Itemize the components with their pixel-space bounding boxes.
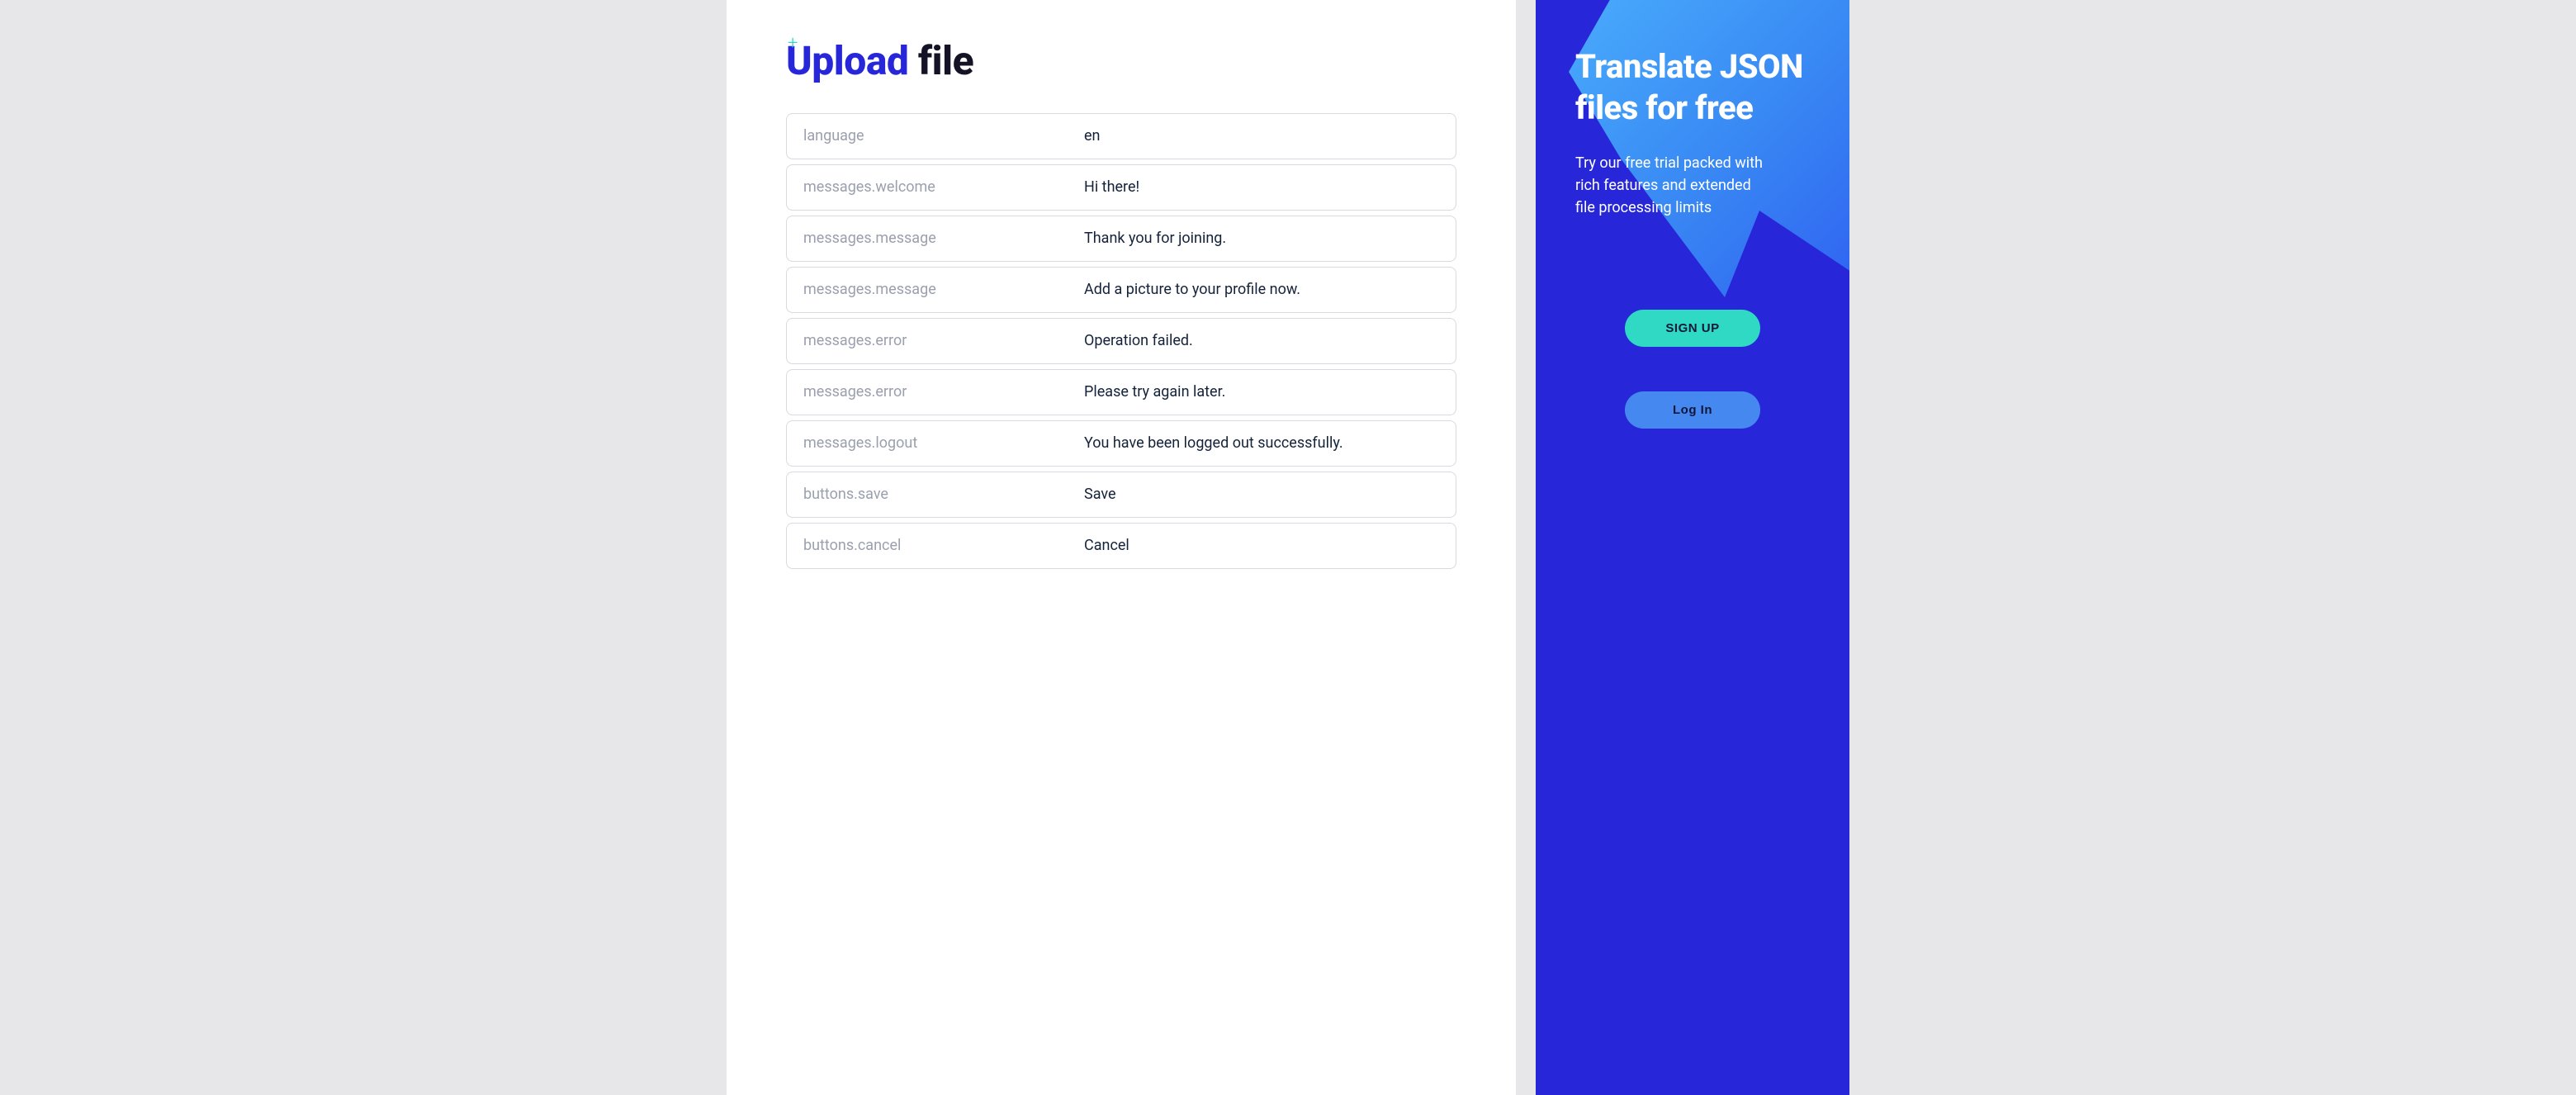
page-title: Upload file (786, 40, 1456, 83)
key-value-row[interactable]: messages.errorPlease try again later. (786, 369, 1456, 415)
key-value-row[interactable]: messages.errorOperation failed. (786, 318, 1456, 364)
signup-button[interactable]: SIGN UP (1625, 310, 1760, 347)
key-value-row[interactable]: languageen (786, 113, 1456, 159)
login-button[interactable]: Log In (1625, 391, 1760, 429)
key-value-row[interactable]: messages.welcomeHi there! (786, 164, 1456, 211)
key-value-list: languageenmessages.welcomeHi there!messa… (786, 113, 1456, 569)
key-value-row[interactable]: buttons.saveSave (786, 472, 1456, 518)
main-panel: + Upload file languageen messages.welcome… (727, 0, 1516, 1095)
row-value: en (1084, 127, 1439, 145)
promo-sidebar: Translate JSON files for free Try our fr… (1536, 0, 1849, 1095)
row-value: Thank you for joining. (1084, 230, 1439, 247)
row-key: buttons.cancel (803, 537, 1084, 554)
row-value: Please try again later. (1084, 383, 1439, 401)
sidebar-subtitle: Try our free trial packed with rich feat… (1575, 152, 1773, 219)
key-value-row[interactable]: messages.logoutYou have been logged out … (786, 420, 1456, 467)
sidebar-title: Translate JSON files for free (1575, 46, 1810, 129)
row-key: messages.error (803, 383, 1084, 401)
row-key: language (803, 127, 1084, 145)
row-key: messages.welcome (803, 178, 1084, 196)
row-key: buttons.save (803, 486, 1084, 503)
row-key: messages.message (803, 230, 1084, 247)
row-value: Operation failed. (1084, 332, 1439, 349)
row-value: Save (1084, 486, 1439, 503)
row-key: messages.error (803, 332, 1084, 349)
plus-decoration-icon: + (788, 35, 798, 53)
key-value-row[interactable]: messages.messageThank you for joining. (786, 216, 1456, 262)
row-key: messages.logout (803, 434, 1084, 452)
key-value-row[interactable]: buttons.cancelCancel (786, 523, 1456, 569)
row-value: Add a picture to your profile now. (1084, 281, 1439, 298)
row-value: You have been logged out successfully. (1084, 434, 1439, 452)
row-value: Cancel (1084, 537, 1439, 554)
title-file-word: file (918, 37, 973, 84)
row-key: messages.message (803, 281, 1084, 298)
title-upload-word: Upload (786, 37, 908, 84)
row-value: Hi there! (1084, 178, 1439, 196)
key-value-row[interactable]: messages.messageAdd a picture to your pr… (786, 267, 1456, 313)
